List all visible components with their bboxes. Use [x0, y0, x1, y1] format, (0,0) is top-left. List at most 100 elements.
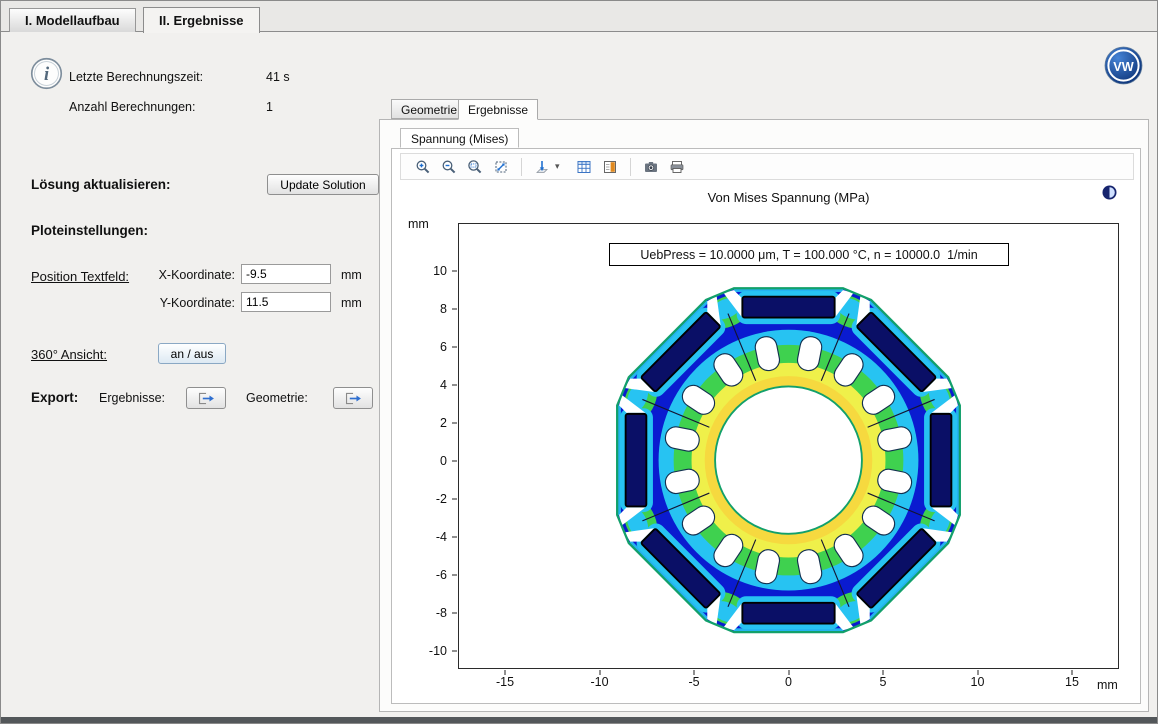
- zoom-out-icon: [441, 159, 457, 175]
- info-icon: i: [30, 57, 63, 90]
- vw-logo-icon: VW: [1104, 46, 1143, 85]
- y-coordinate-input[interactable]: [241, 292, 331, 312]
- plot-area[interactable]: [458, 223, 1119, 669]
- tab-geometrie-label: Geometrie: [401, 103, 457, 117]
- tick-label: 0: [440, 454, 447, 468]
- last-calc-time-label: Letzte Berechnungszeit:: [69, 70, 203, 84]
- plot-title: Von Mises Spannung (MPa): [458, 190, 1119, 205]
- zoom-box-icon: [467, 159, 483, 175]
- tick-label: -6: [436, 568, 447, 582]
- tab-geometrie[interactable]: Geometrie: [391, 99, 467, 119]
- tick-mark: [452, 347, 457, 348]
- tick-label: 10: [433, 264, 447, 278]
- svg-text:VW: VW: [1113, 60, 1133, 74]
- tick-label: -5: [688, 675, 699, 689]
- x-coordinate-unit: mm: [341, 268, 362, 282]
- tick-mark: [452, 651, 457, 652]
- main-tabstrip: I. Modellaufbau II. Ergebnisse: [1, 1, 1157, 32]
- tick-label: -4: [436, 530, 447, 544]
- go-to-default-view-button[interactable]: [532, 157, 552, 177]
- export-heading: Export:: [31, 390, 78, 405]
- tick-mark: [452, 537, 457, 538]
- zoom-in-button[interactable]: [413, 157, 433, 177]
- y-axis-tick-labels: 1086420-2-4-6-8-10: [409, 271, 449, 651]
- zoom-extents-button[interactable]: [491, 157, 511, 177]
- tick-mark: [452, 423, 457, 424]
- calc-count-label: Anzahl Berechnungen:: [69, 100, 195, 114]
- rotor-stress-surface: [459, 224, 1118, 668]
- tick-label: 8: [440, 302, 447, 316]
- x-coordinate-label: X-Koordinate:: [139, 268, 235, 282]
- export-icon: [197, 392, 216, 405]
- x-axis-tick-labels: -15-10-5051015: [505, 675, 1072, 690]
- view-360-toggle-button[interactable]: an / aus: [158, 343, 226, 364]
- tick-mark: [452, 271, 457, 272]
- calc-count-value: 1: [266, 100, 273, 114]
- print-icon: [669, 159, 685, 175]
- export-icon: [344, 392, 363, 405]
- y-coordinate-label: Y-Koordinate:: [139, 296, 235, 310]
- tick-label: 0: [785, 675, 792, 689]
- y-axis-unit: mm: [408, 217, 429, 231]
- plot-settings-icon[interactable]: [1101, 184, 1118, 201]
- tab-ergebnisse-label: II. Ergebnisse: [159, 13, 244, 28]
- tick-label: -10: [429, 644, 447, 658]
- tick-label: 15: [1065, 675, 1079, 689]
- zoom-out-button[interactable]: [439, 157, 459, 177]
- zoom-extents-icon: [493, 159, 509, 175]
- tick-label: 4: [440, 378, 447, 392]
- tick-label: -8: [436, 606, 447, 620]
- svg-text:i: i: [44, 64, 50, 84]
- tick-label: 10: [971, 675, 985, 689]
- last-calc-time-value: 41 s: [266, 70, 290, 84]
- update-solution-label: Lösung aktualisieren:: [31, 177, 171, 192]
- image-snapshot-button[interactable]: [641, 157, 661, 177]
- grid-button[interactable]: [574, 157, 594, 177]
- go-to-default-view-icon: [534, 159, 550, 175]
- tick-label: 5: [880, 675, 887, 689]
- view-360-label: 360° Ansicht:: [31, 347, 107, 362]
- update-solution-button[interactable]: Update Solution: [267, 174, 379, 195]
- y-axis-tick-marks: [452, 271, 457, 651]
- image-snapshot-icon: [643, 159, 659, 175]
- tab-modellaufbau-label: I. Modellaufbau: [25, 13, 120, 28]
- tab-ergebnisse-inner[interactable]: Ergebnisse: [458, 99, 538, 120]
- zoom-in-icon: [415, 159, 431, 175]
- grid-icon: [576, 159, 592, 175]
- plot-settings-heading: Ploteinstellungen:: [31, 223, 148, 238]
- plot-annotation-box: UebPress = 10.0000 μm, T = 100.000 °C, n…: [609, 243, 1009, 266]
- tick-label: -2: [436, 492, 447, 506]
- color-legend-button[interactable]: [600, 157, 620, 177]
- zoom-box-button[interactable]: [465, 157, 485, 177]
- color-legend-icon: [602, 159, 618, 175]
- tab-modellaufbau[interactable]: I. Modellaufbau: [9, 8, 136, 32]
- tick-mark: [452, 385, 457, 386]
- tick-mark: [452, 575, 457, 576]
- export-geometry-button[interactable]: [333, 387, 373, 409]
- tab-spannung-mises[interactable]: Spannung (Mises): [400, 128, 519, 148]
- tick-label: 6: [440, 340, 447, 354]
- export-results-label: Ergebnisse:: [99, 391, 165, 405]
- tick-mark: [452, 461, 457, 462]
- graphics-toolbar: ▾: [400, 153, 1134, 180]
- tick-label: -15: [496, 675, 514, 689]
- print-button[interactable]: [667, 157, 687, 177]
- x-axis-unit: mm: [1097, 678, 1118, 692]
- tab-ergebnisse-inner-label: Ergebnisse: [468, 103, 528, 117]
- tick-mark: [452, 309, 457, 310]
- tab-spannung-mises-label: Spannung (Mises): [411, 132, 508, 146]
- tick-label: -10: [590, 675, 608, 689]
- y-coordinate-unit: mm: [341, 296, 362, 310]
- tick-mark: [452, 499, 457, 500]
- export-results-button[interactable]: [186, 387, 226, 409]
- tick-label: 2: [440, 416, 447, 430]
- export-geometry-label: Geometrie:: [246, 391, 308, 405]
- plot-annotation-text: UebPress = 10.0000 μm, T = 100.000 °C, n…: [640, 248, 977, 262]
- tab-ergebnisse[interactable]: II. Ergebnisse: [143, 7, 260, 33]
- textfield-position-label: Position Textfeld:: [31, 269, 129, 284]
- view-dropdown-caret-icon[interactable]: ▾: [555, 161, 560, 172]
- x-coordinate-input[interactable]: [241, 264, 331, 284]
- tick-mark: [452, 613, 457, 614]
- toolbar-separator: [521, 158, 522, 176]
- toolbar-separator: [630, 158, 631, 176]
